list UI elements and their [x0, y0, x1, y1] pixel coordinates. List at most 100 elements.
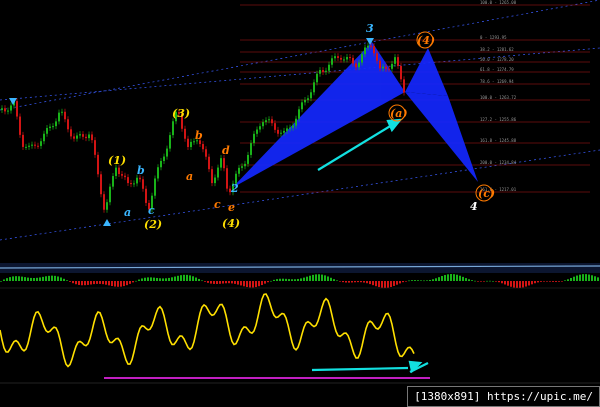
- histogram-bar: [414, 280, 416, 281]
- histogram-bar: [105, 281, 107, 285]
- histogram-bar: [324, 275, 326, 281]
- histogram-bar: [111, 281, 113, 287]
- histogram-bar: [555, 281, 557, 282]
- candle-body: [160, 160, 162, 168]
- histogram-bar: [294, 279, 296, 281]
- wave-3b-label: 3: [366, 22, 374, 35]
- histogram-bar: [360, 281, 362, 283]
- candle-body: [22, 134, 24, 147]
- histogram-bar: [495, 281, 497, 282]
- candle-body: [115, 167, 117, 177]
- wave-b1-label: b: [137, 164, 145, 177]
- candle-body: [391, 63, 393, 69]
- histogram-bar: [492, 280, 494, 282]
- histogram-bar: [531, 281, 533, 285]
- histogram-bar: [534, 281, 536, 284]
- histogram-bar: [570, 277, 572, 281]
- histogram-bar: [123, 281, 125, 287]
- histogram-bar: [252, 281, 254, 288]
- histogram-bar: [321, 274, 323, 281]
- histogram-bar: [447, 274, 449, 281]
- histogram-bar: [255, 281, 257, 288]
- candle-body: [403, 79, 405, 93]
- candle-body: [388, 68, 390, 70]
- candle-body: [217, 167, 219, 178]
- histogram-bar: [69, 281, 71, 282]
- histogram-bar: [171, 277, 173, 281]
- candle-body: [79, 134, 81, 136]
- histogram-bar: [399, 281, 401, 284]
- histogram-bar: [348, 281, 350, 283]
- histogram-bar: [489, 280, 491, 282]
- candle-body: [1, 108, 3, 110]
- wave-2b-label: 2: [230, 182, 239, 195]
- histogram-bar: [393, 281, 395, 286]
- candle-body: [274, 123, 276, 130]
- candle-body: [133, 183, 135, 185]
- histogram-bar: [450, 274, 452, 281]
- candle-body: [337, 56, 339, 58]
- histogram-bar: [6, 278, 8, 281]
- histogram-bar: [51, 275, 53, 281]
- histogram-bar: [510, 281, 512, 287]
- candle-body: [271, 119, 273, 124]
- candle-body: [202, 144, 204, 150]
- histogram-bar: [438, 277, 440, 281]
- candle-body: [400, 65, 402, 80]
- histogram-bar: [276, 279, 278, 281]
- histogram-bar: [270, 280, 272, 282]
- candle-body: [64, 111, 66, 120]
- histogram-bar: [33, 278, 35, 281]
- candle-body: [136, 177, 138, 184]
- candle-body: [313, 82, 315, 93]
- histogram-bar: [246, 281, 248, 288]
- histogram-bar: [45, 276, 47, 281]
- fib-label: 0 - 1293.95: [480, 35, 507, 40]
- histogram-bar: [249, 281, 251, 288]
- histogram-bar: [441, 276, 443, 281]
- candle-body: [265, 120, 267, 123]
- histogram-bar: [591, 275, 593, 281]
- histogram-bar: [54, 275, 56, 281]
- histogram-bar: [258, 281, 260, 287]
- histogram-bar: [309, 275, 311, 281]
- histogram-bar: [597, 277, 599, 281]
- histogram-bar: [126, 281, 128, 286]
- candle-body: [394, 57, 396, 64]
- histogram-bar: [57, 276, 59, 281]
- histogram-bar: [102, 281, 104, 285]
- candle-body: [241, 166, 243, 168]
- histogram-bar: [141, 278, 143, 281]
- histogram-bar: [468, 279, 470, 281]
- histogram-bar: [354, 281, 356, 283]
- histogram-bar: [30, 277, 32, 281]
- histogram-bar: [144, 277, 146, 281]
- candle-body: [382, 66, 384, 69]
- histogram-bar: [282, 278, 284, 281]
- histogram-bar: [366, 281, 368, 284]
- histogram-bar: [150, 277, 152, 281]
- histogram-bar: [576, 275, 578, 281]
- histogram-bar: [177, 275, 179, 281]
- candle-body: [145, 188, 147, 203]
- histogram-bar: [66, 280, 68, 281]
- histogram-bar: [117, 281, 119, 287]
- histogram-bar: [0, 281, 2, 282]
- candle-body: [355, 63, 357, 68]
- wave-a1-label: a: [124, 206, 131, 219]
- fib-label: 127.2 - 1255.86: [480, 117, 517, 122]
- histogram-bar: [159, 278, 161, 281]
- histogram-bar: [411, 280, 413, 281]
- histogram-bar: [18, 276, 20, 281]
- fib-label: 38.2 - 1281.62: [480, 47, 514, 52]
- histogram-bar: [549, 281, 551, 282]
- candle-body: [166, 148, 168, 157]
- histogram-bar: [573, 276, 575, 281]
- candle-body: [58, 112, 60, 122]
- histogram-bar: [312, 274, 314, 281]
- histogram-bar: [486, 280, 488, 282]
- histogram-bar: [522, 281, 524, 288]
- histogram-bar: [93, 281, 95, 285]
- histogram-bar: [24, 277, 26, 281]
- candle-body: [286, 128, 288, 131]
